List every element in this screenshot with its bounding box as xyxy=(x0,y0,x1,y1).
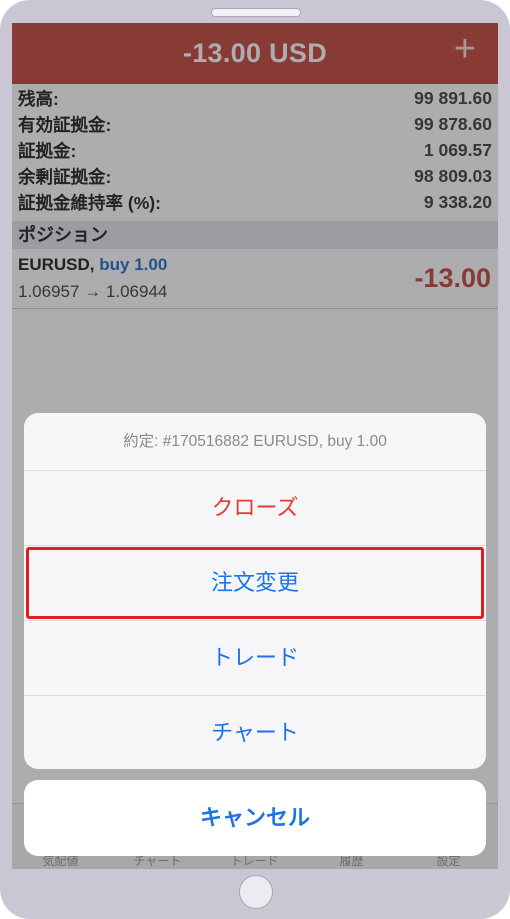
cancel-button[interactable]: キャンセル xyxy=(24,780,486,856)
phone-frame: -13.00 USD + 残高: 99 891.60 有効証拠金: 99 878… xyxy=(0,0,510,919)
modify-order-highlight-box xyxy=(26,547,484,619)
action-sheet-message: 約定: #170516882 EURUSD, buy 1.00 xyxy=(24,413,486,471)
app-screen: -13.00 USD + 残高: 99 891.60 有効証拠金: 99 878… xyxy=(12,23,498,869)
home-button[interactable] xyxy=(239,875,273,909)
trade-button[interactable]: トレード xyxy=(24,621,486,696)
close-position-button[interactable]: クローズ xyxy=(24,471,486,546)
chart-button[interactable]: チャート xyxy=(24,696,486,769)
speaker-slot xyxy=(211,8,301,17)
